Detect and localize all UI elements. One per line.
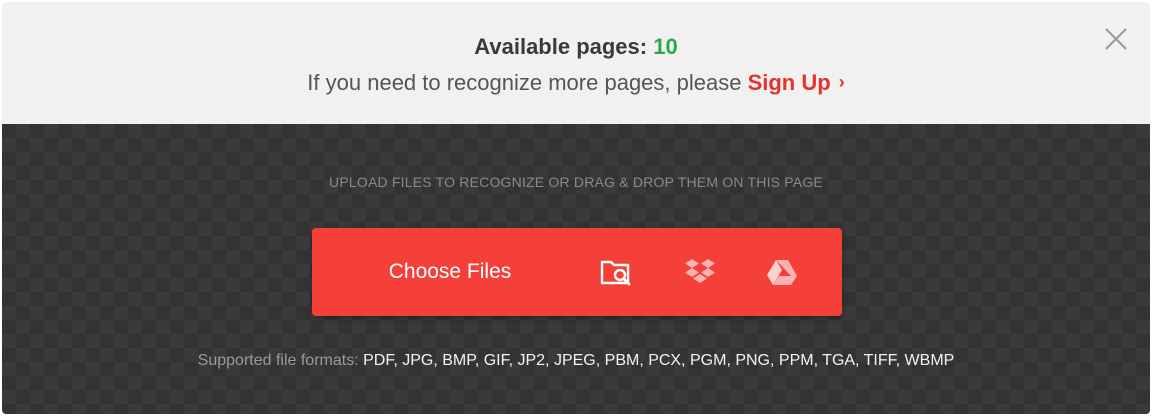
supported-formats-label: Supported file formats:	[197, 352, 364, 369]
google-drive-icon	[767, 260, 797, 285]
available-pages-heading: Available pages: 10	[2, 33, 1150, 61]
supported-formats: Supported file formats: PDF, JPG, BMP, G…	[2, 352, 1150, 370]
close-button[interactable]	[1101, 24, 1131, 54]
browse-local-button[interactable]	[582, 228, 650, 316]
drop-hint: UPLOAD FILES TO RECOGNIZE OR DRAG & DROP…	[329, 174, 823, 190]
dropbox-icon	[685, 259, 715, 283]
supported-formats-list: PDF, JPG, BMP, GIF, JP2, JPEG, PBM, PCX,…	[363, 352, 955, 369]
close-icon	[1105, 28, 1127, 50]
pages-banner: Available pages: 10 If you need to recog…	[2, 2, 1150, 124]
upload-panel: Available pages: 10 If you need to recog…	[2, 2, 1150, 414]
signup-message: If you need to recognize more pages, ple…	[2, 68, 1150, 97]
drop-zone[interactable]: UPLOAD FILES TO RECOGNIZE OR DRAG & DROP…	[2, 124, 1150, 414]
folder-search-icon	[600, 260, 631, 286]
signup-link-label: Sign Up	[747, 70, 831, 95]
signup-link[interactable]: Sign Up ›	[748, 70, 845, 95]
upload-button-bar: Choose Files	[312, 228, 842, 316]
signup-message-text: If you need to recognize more pages, ple…	[307, 70, 748, 95]
chevron-right-icon: ›	[838, 72, 845, 92]
dropbox-button[interactable]	[666, 228, 734, 316]
available-pages-label: Available pages:	[474, 34, 654, 59]
available-pages-count: 10	[653, 34, 678, 59]
google-drive-button[interactable]	[748, 228, 816, 316]
choose-files-button[interactable]: Choose Files	[312, 228, 588, 316]
